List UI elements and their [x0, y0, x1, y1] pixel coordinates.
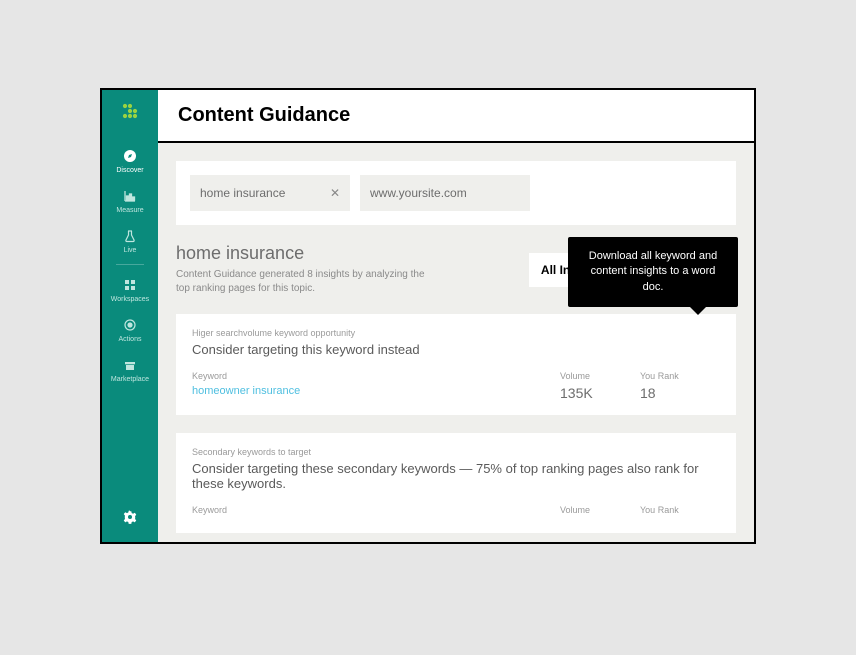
insight-col-keyword: Keyword	[192, 505, 560, 519]
col-label-rank: You Rank	[640, 505, 720, 515]
sidebar-item-workspaces[interactable]: Workspaces	[102, 269, 158, 309]
app-window: Discover Measure Live Workspaces A	[100, 88, 756, 544]
download-tooltip: Download all keyword and content insight…	[568, 237, 738, 307]
compass-icon	[122, 148, 138, 164]
col-label-rank: You Rank	[640, 371, 720, 381]
col-label-volume: Volume	[560, 505, 640, 515]
topic-desc: Content Guidance generated 8 insights by…	[176, 268, 436, 296]
clear-icon[interactable]: ✕	[330, 186, 340, 200]
gear-icon	[121, 508, 139, 526]
content: home insurance ✕ www.yoursite.com Downlo…	[158, 143, 754, 542]
col-value-rank: 18	[640, 385, 720, 401]
insight-row: Keyword Volume You Rank	[192, 505, 720, 519]
titlebar: Content Guidance	[158, 90, 754, 143]
target-icon	[122, 317, 138, 333]
keyword-input-value: home insurance	[200, 186, 285, 200]
insight-row: Keyword homeowner insurance Volume 135K …	[192, 371, 720, 401]
col-label-volume: Volume	[560, 371, 640, 381]
store-icon	[122, 357, 138, 373]
col-label-keyword: Keyword	[192, 371, 560, 381]
sidebar-item-actions[interactable]: Actions	[102, 309, 158, 349]
keyword-link[interactable]: homeowner insurance	[192, 385, 560, 397]
section-head-left: home insurance Content Guidance generate…	[176, 243, 529, 296]
sidebar-item-label: Discover	[116, 167, 143, 174]
search-card: home insurance ✕ www.yoursite.com	[176, 161, 736, 225]
insight-card: Higer searchvolume keyword opportunity C…	[176, 314, 736, 415]
sidebar: Discover Measure Live Workspaces A	[102, 90, 158, 542]
site-input-value: www.yoursite.com	[370, 186, 467, 200]
chart-icon	[122, 188, 138, 204]
logo-icon	[119, 102, 141, 124]
insight-title: Consider targeting these secondary keywo…	[192, 461, 720, 491]
sidebar-item-label: Measure	[116, 207, 143, 214]
insight-col-keyword: Keyword homeowner insurance	[192, 371, 560, 401]
grid-icon	[122, 277, 138, 293]
sidebar-item-label: Marketplace	[111, 376, 149, 383]
sidebar-item-marketplace[interactable]: Marketplace	[102, 349, 158, 389]
insight-col-rank: You Rank	[640, 505, 720, 519]
page-title: Content Guidance	[178, 104, 734, 127]
tooltip-text: Download all keyword and content insight…	[589, 250, 717, 293]
main-area: Content Guidance home insurance ✕ www.yo…	[158, 90, 754, 542]
sidebar-item-live[interactable]: Live	[102, 220, 158, 260]
keyword-input[interactable]: home insurance ✕	[190, 175, 350, 211]
sidebar-item-label: Actions	[119, 336, 142, 343]
flask-icon	[122, 228, 138, 244]
insight-card: Secondary keywords to target Consider ta…	[176, 433, 736, 533]
insight-eyebrow: Higer searchvolume keyword opportunity	[192, 328, 720, 338]
settings-button[interactable]	[102, 508, 158, 526]
insight-title: Consider targeting this keyword instead	[192, 342, 720, 357]
sidebar-item-discover[interactable]: Discover	[102, 140, 158, 180]
sidebar-item-label: Workspaces	[111, 296, 149, 303]
nav-divider	[116, 264, 144, 265]
sidebar-item-measure[interactable]: Measure	[102, 180, 158, 220]
topic-title: home insurance	[176, 243, 529, 264]
insight-col-rank: You Rank 18	[640, 371, 720, 401]
col-label-keyword: Keyword	[192, 505, 560, 515]
sidebar-item-label: Live	[124, 247, 137, 254]
insight-eyebrow: Secondary keywords to target	[192, 447, 720, 457]
col-value-volume: 135K	[560, 385, 640, 401]
insight-col-volume: Volume	[560, 505, 640, 519]
site-input[interactable]: www.yoursite.com	[360, 175, 530, 211]
insight-col-volume: Volume 135K	[560, 371, 640, 401]
logo	[119, 102, 141, 124]
